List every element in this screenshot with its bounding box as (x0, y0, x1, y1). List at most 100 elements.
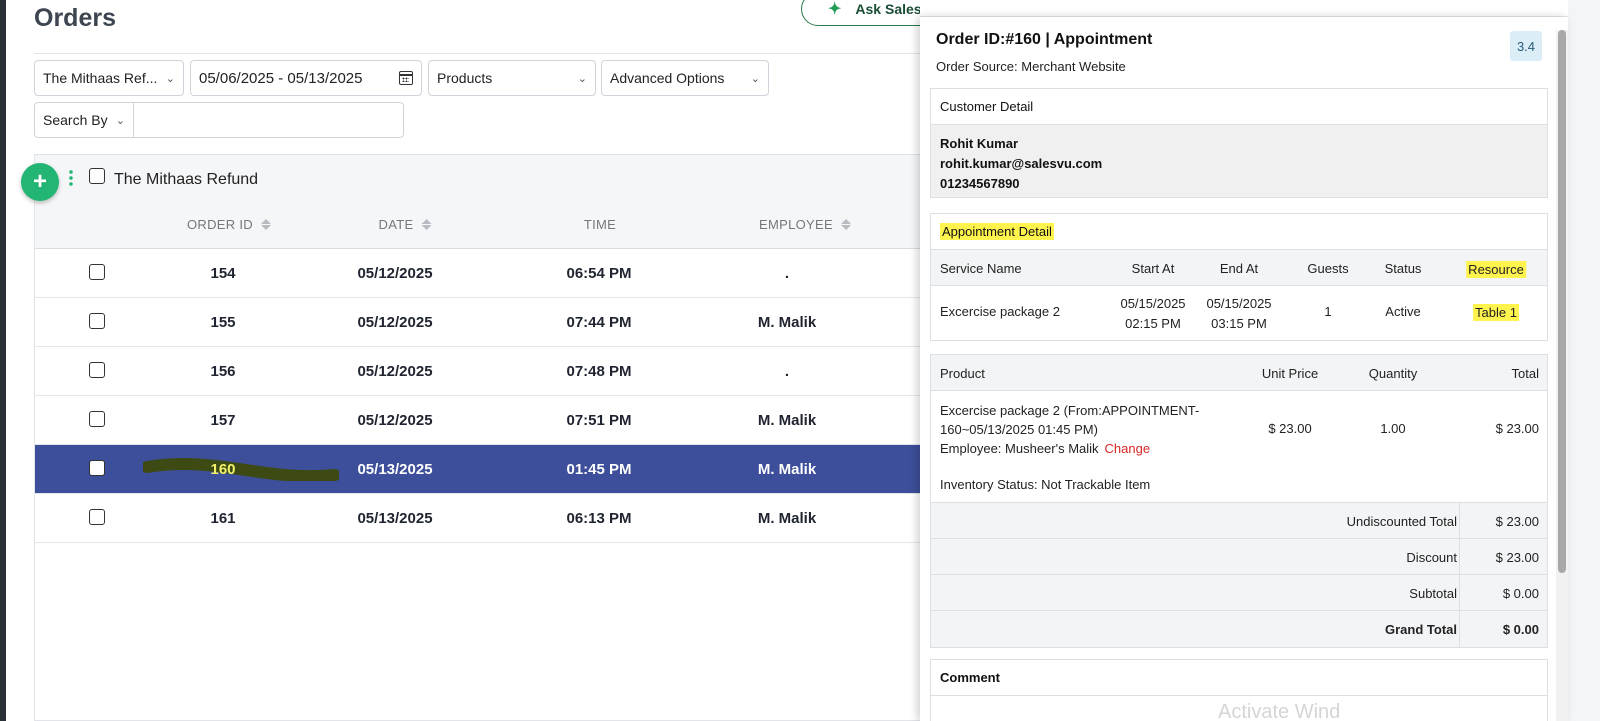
advanced-options-select[interactable]: Advanced Options ⌄ (601, 60, 769, 96)
row-checkbox[interactable] (89, 509, 105, 525)
page-background (1568, 0, 1600, 721)
column-header-label: ORDER ID (187, 217, 253, 232)
col-status: Status (1384, 261, 1422, 276)
divider (1459, 611, 1460, 647)
sort-icon (840, 219, 851, 230)
activate-windows-watermark: Activate Wind (1218, 701, 1341, 721)
panel-scrollbar-thumb[interactable] (1558, 30, 1566, 573)
time-cell: 06:54 PM (566, 265, 632, 282)
column-header-label: EMPLOYEE (759, 217, 833, 232)
totals-label: Subtotal (1409, 586, 1457, 601)
plus-icon: + (32, 168, 47, 195)
totals-row: Undiscounted Total $ 23.00 (931, 503, 1547, 539)
products-select[interactable]: Products ⌄ (428, 60, 596, 96)
start-time: 02:15 PM (1125, 316, 1181, 331)
page-title: Orders (34, 4, 116, 32)
group-checkbox[interactable] (89, 168, 105, 184)
panel-top-bar (920, 0, 1568, 17)
employee-cell: M. Malik (757, 314, 817, 331)
col-resource: Resource (1466, 261, 1526, 278)
advanced-options-value: Advanced Options (610, 70, 725, 86)
sort-icon (421, 219, 432, 230)
row-checkbox[interactable] (89, 313, 105, 329)
employee-cell: . (784, 265, 790, 282)
order-id-cell: 156 (210, 363, 236, 380)
chevron-down-icon: ⌄ (750, 72, 760, 85)
end-time: 03:15 PM (1211, 316, 1267, 331)
store-select[interactable]: The Mithaas Ref... ⌄ (34, 60, 184, 96)
marker-scribble (143, 458, 339, 481)
totals-value: $ 0.00 (1502, 586, 1539, 601)
product-name: Excercise package 2 (From:APPOINTMENT- (940, 403, 1200, 418)
orders-grid: + The Mithaas Refund ORDER ID DATE TIME … (21, 154, 938, 721)
totals-value: $ 23.00 (1495, 550, 1539, 565)
column-header-time[interactable]: TIME (584, 217, 616, 232)
col-guests: Guests (1307, 261, 1349, 276)
calendar-icon (399, 71, 413, 85)
grand-total-label: Grand Total (1385, 622, 1457, 637)
search-by-select[interactable]: Search By ⌄ (34, 102, 134, 138)
quantity: 1.00 (1380, 421, 1406, 436)
date-range-value: 05/06/2025 - 05/13/2025 (199, 69, 363, 87)
col-product: Product (940, 366, 985, 381)
unit-price: $ 23.00 (1268, 421, 1312, 436)
appointment-row: Excercise package 2 05/15/2025 02:15 PM … (931, 286, 1547, 340)
products-header-row: Product Unit Price Quantity Total (931, 355, 1547, 391)
divider (1459, 503, 1460, 538)
kebab-menu-icon[interactable] (69, 169, 73, 187)
row-checkbox[interactable] (89, 411, 105, 427)
col-unit-price: Unit Price (1261, 366, 1319, 381)
line-total: $ 23.00 (1495, 421, 1539, 436)
employee-cell: M. Malik (757, 461, 817, 478)
date-cell: 05/13/2025 (357, 461, 433, 478)
col-service-name: Service Name (940, 261, 1022, 276)
time-cell: 06:13 PM (566, 510, 632, 527)
col-quantity: Quantity (1368, 366, 1418, 381)
column-header-label: TIME (583, 217, 617, 232)
row-checkbox[interactable] (89, 264, 105, 280)
end-date: 05/15/2025 (1206, 296, 1272, 311)
table-row[interactable]: 154 05/12/2025 06:54 PM . (35, 249, 937, 298)
date-range-input[interactable]: 05/06/2025 - 05/13/2025 (190, 60, 422, 96)
order-id-cell: 161 (210, 510, 236, 527)
sort-icon (260, 219, 271, 230)
appointment-detail-card: Appointment Detail Service Name Start At… (930, 213, 1548, 341)
column-header-employee[interactable]: EMPLOYEE (759, 217, 851, 232)
table-row[interactable]: 155 05/12/2025 07:44 PM M. Malik (35, 298, 937, 347)
divider (1459, 575, 1460, 610)
row-checkbox[interactable] (89, 362, 105, 378)
resource: Table 1 (1473, 304, 1519, 321)
product-name-cont: 160~05/13/2025 01:45 PM) (940, 422, 1098, 437)
add-order-button[interactable]: + (21, 163, 59, 201)
row-checkbox[interactable] (89, 460, 105, 476)
chevron-down-icon: ⌄ (165, 72, 175, 85)
date-cell: 05/12/2025 (357, 265, 433, 282)
start-date: 05/15/2025 (1120, 296, 1186, 311)
chevron-down-icon: ⌄ (115, 114, 125, 127)
search-input[interactable] (133, 102, 404, 138)
search-by-value: Search By (43, 112, 108, 128)
grid-header (35, 155, 937, 249)
order-detail-panel: Order ID:#160 | Appointment Order Source… (920, 17, 1568, 721)
inventory-status: Inventory Status: Not Trackable Item (940, 477, 1151, 492)
employee-cell: M. Malik (757, 412, 817, 429)
change-employee-link[interactable]: Change (1105, 441, 1151, 456)
totals-label: Undiscounted Total (1346, 514, 1457, 529)
grand-total-row: Grand Total $ 0.00 (931, 611, 1547, 647)
customer-detail-card: Customer Detail Rohit Kumar rohit.kumar@… (930, 88, 1548, 198)
table-row[interactable]: 157 05/12/2025 07:51 PM M. Malik (35, 396, 937, 445)
table-row[interactable]: 156 05/12/2025 07:48 PM . (35, 347, 937, 396)
order-detail-title: Order ID:#160 | Appointment (936, 31, 1153, 48)
service-name: Excercise package 2 (940, 304, 1060, 319)
col-start-at: Start At (1131, 261, 1175, 276)
column-header-order-id[interactable]: ORDER ID (187, 217, 271, 232)
totals-label: Discount (1406, 550, 1457, 565)
order-source: Order Source: Merchant Website (936, 59, 1126, 74)
column-header-date[interactable]: DATE (379, 217, 432, 232)
table-row[interactable]: 161 05/13/2025 06:13 PM M. Malik (35, 494, 937, 543)
status: Active (1385, 304, 1421, 319)
table-row-selected[interactable]: 160 05/13/2025 01:45 PM M. Malik (35, 445, 937, 494)
grand-total-value: $ 0.00 (1502, 622, 1539, 637)
col-total: Total (1511, 366, 1539, 381)
totals-row: Discount $ 23.00 (931, 539, 1547, 575)
